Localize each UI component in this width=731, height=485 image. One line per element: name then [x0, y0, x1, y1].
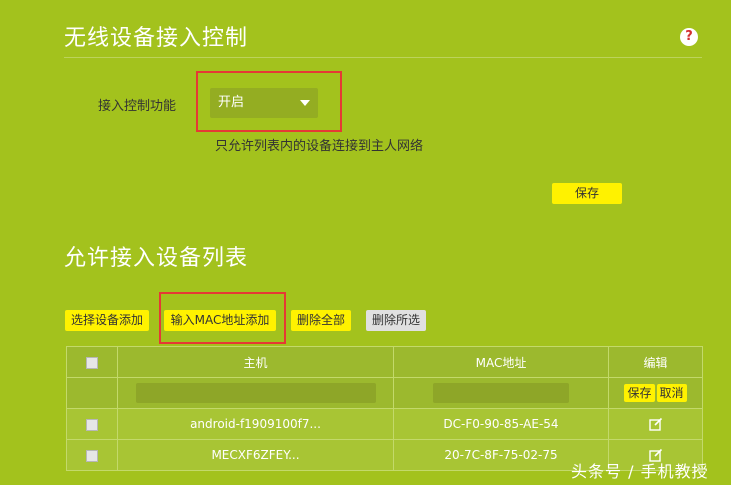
allowed-list-title: 允许接入设备列表	[64, 246, 249, 271]
chevron-down-icon	[300, 100, 310, 106]
access-control-title: 无线设备接入控制	[64, 26, 249, 51]
watermark: 头条号 / 手机教授	[571, 462, 709, 481]
row-save-button[interactable]: 保存	[624, 384, 655, 402]
select-device-add-button[interactable]: 选择设备添加	[65, 310, 149, 331]
select-all-checkbox[interactable]	[86, 356, 98, 369]
save-button[interactable]: 保存	[552, 183, 622, 204]
row-host: android-f1909100f7...	[117, 408, 394, 440]
row-checkbox[interactable]	[86, 449, 98, 462]
header-mac: MAC地址	[393, 346, 609, 378]
allowed-devices-table: 主机 MAC地址 编辑 保存 取消 android-f1909100f7... D…	[66, 346, 703, 471]
row-checkbox[interactable]	[86, 418, 98, 431]
host-input[interactable]	[135, 383, 376, 403]
table-header: 主机 MAC地址 编辑	[66, 346, 703, 378]
header-host: 主机	[117, 346, 394, 378]
access-control-select-value: 开启	[218, 95, 245, 110]
access-control-select[interactable]: 开启	[210, 88, 318, 118]
table-row: android-f1909100f7... DC-F0-90-85-AE-54	[66, 408, 703, 440]
row-mac: DC-F0-90-85-AE-54	[393, 408, 609, 440]
edit-icon[interactable]	[648, 417, 663, 431]
access-control-label: 接入控制功能	[98, 99, 177, 114]
delete-all-button[interactable]: 删除全部	[291, 310, 351, 331]
mac-input[interactable]	[433, 383, 569, 403]
access-control-description: 只允许列表内的设备连接到主人网络	[215, 139, 424, 154]
input-mac-add-button[interactable]: 输入MAC地址添加	[164, 310, 276, 331]
row-cancel-button[interactable]: 取消	[656, 384, 687, 402]
help-icon[interactable]: ?	[680, 28, 698, 46]
header-checkbox-cell	[66, 346, 118, 378]
header-edit: 编辑	[608, 346, 703, 378]
row-host: MECXF6ZFEY...	[117, 439, 394, 471]
table-input-row: 保存 取消	[66, 377, 703, 409]
delete-selected-button[interactable]: 删除所选	[366, 310, 426, 331]
section-divider	[64, 57, 702, 58]
